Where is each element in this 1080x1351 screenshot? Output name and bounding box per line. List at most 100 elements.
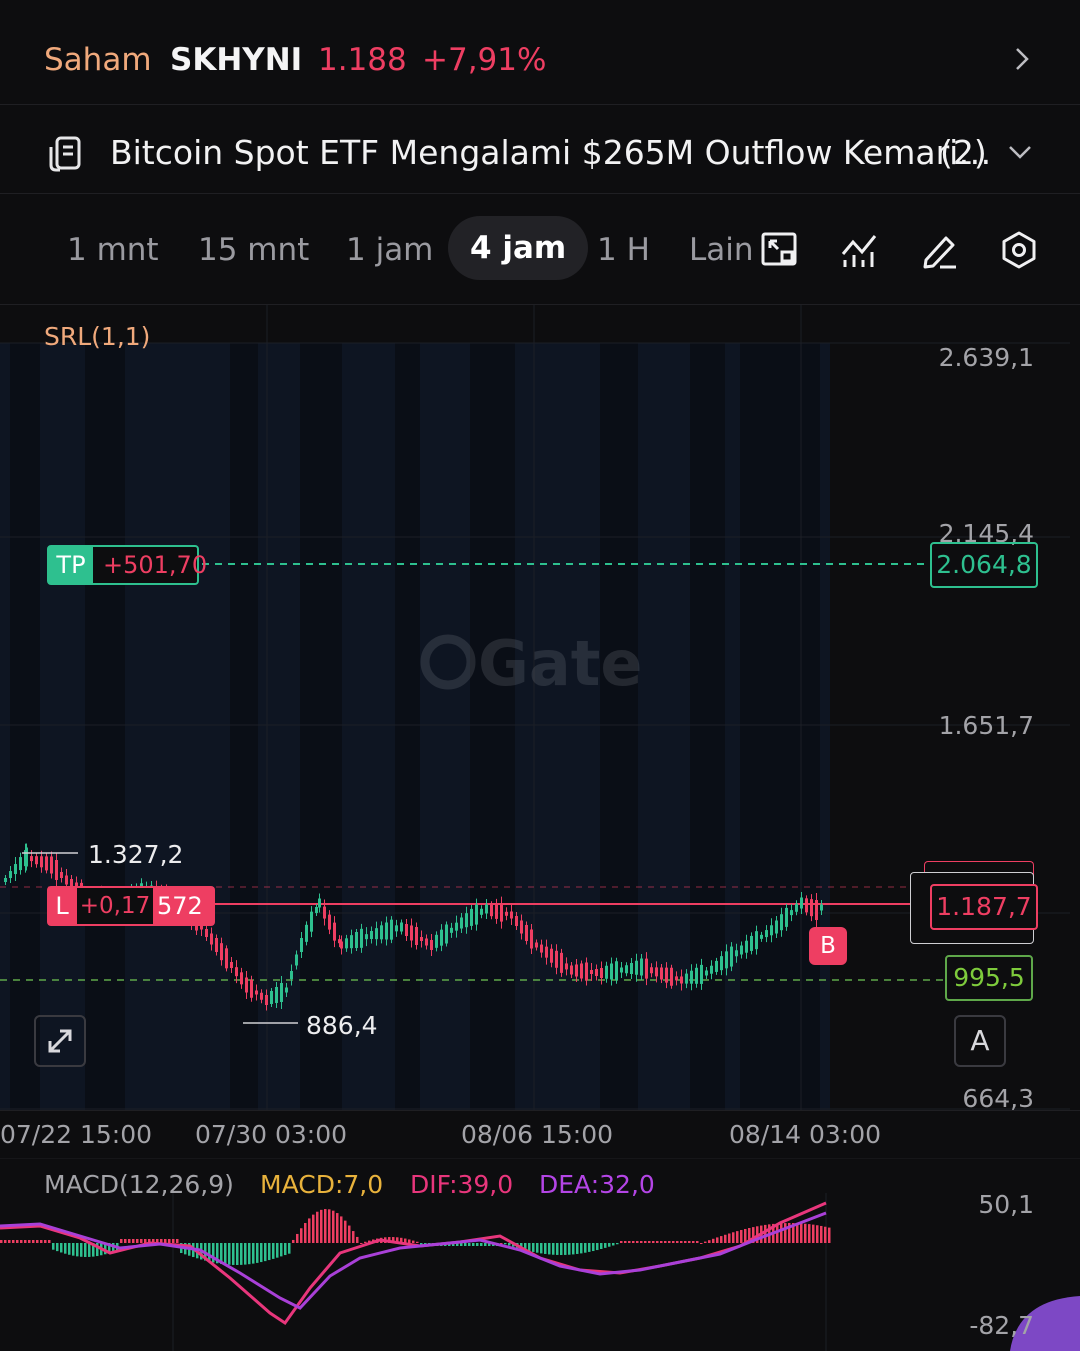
- chevron-down-icon[interactable]: [1006, 139, 1034, 165]
- candle-body: [220, 943, 223, 961]
- candle-body: [215, 938, 218, 952]
- buy-marker[interactable]: B: [809, 927, 847, 965]
- candle-body: [315, 907, 318, 913]
- tab-1-minute[interactable]: 1 mnt: [67, 232, 159, 268]
- macd-histogram-bar: [700, 1243, 703, 1244]
- macd-histogram-bar: [128, 1239, 131, 1243]
- candlestick-canvas[interactable]: Gate: [0, 305, 1080, 1111]
- macd-histogram-bar: [324, 1209, 327, 1243]
- macd-histogram-bar: [12, 1240, 15, 1243]
- macd-panel[interactable]: MACD(12,26,9) MACD:7,0 DIF:39,0 DEA:32,0…: [0, 1158, 1080, 1351]
- macd-value: MACD:7,0: [260, 1170, 384, 1199]
- session-stripe: [300, 343, 342, 1111]
- price-chart[interactable]: Gate SRL(1,1) 2.639,1 2.145,4 1.651,7 66…: [0, 305, 1080, 1113]
- macd-histogram-bar: [88, 1243, 91, 1257]
- macd-histogram-bar: [596, 1243, 599, 1251]
- macd-histogram-bar: [784, 1223, 787, 1243]
- macd-histogram-bar: [348, 1225, 351, 1243]
- candle-body: [680, 976, 683, 984]
- settings-icon[interactable]: [999, 230, 1039, 270]
- y-axis-label: 1.651,7: [938, 711, 1034, 740]
- news-banner[interactable]: Bitcoin Spot ETF Mengalami $265M Outflow…: [0, 105, 1080, 194]
- session-stripe: [230, 343, 258, 1111]
- macd-histogram-bar: [268, 1243, 271, 1261]
- macd-histogram-bar: [564, 1243, 567, 1255]
- macd-histogram-bar: [688, 1241, 691, 1243]
- candle-body: [525, 925, 528, 941]
- candle-body: [580, 963, 583, 979]
- expand-chart-button[interactable]: [34, 1015, 86, 1067]
- macd-histogram-bar: [624, 1241, 627, 1243]
- tab-1-day[interactable]: 1 H: [597, 232, 650, 268]
- candle-body: [585, 962, 588, 981]
- macd-histogram-bar: [576, 1243, 579, 1254]
- candle-body: [645, 958, 648, 979]
- macd-histogram-bar: [656, 1241, 659, 1243]
- candle-body: [310, 911, 313, 932]
- macd-histogram-bar: [724, 1234, 727, 1243]
- macd-histogram-bar: [584, 1243, 587, 1253]
- macd-histogram-bar: [236, 1243, 239, 1265]
- candle-body: [660, 967, 663, 980]
- macd-histogram-bar: [240, 1243, 243, 1265]
- indicator-label[interactable]: SRL(1,1): [44, 322, 150, 351]
- take-profit-tag[interactable]: TP +501,70: [47, 545, 207, 585]
- macd-histogram-bar: [588, 1243, 591, 1252]
- candle-body: [19, 857, 22, 871]
- macd-title[interactable]: MACD(12,26,9): [44, 1170, 234, 1199]
- indicator-icon[interactable]: [840, 230, 880, 270]
- news-headline[interactable]: Bitcoin Spot ETF Mengalami $265M Outflow…: [110, 133, 991, 172]
- macd-histogram-bar: [252, 1243, 255, 1264]
- macd-histogram-bar: [4, 1240, 7, 1243]
- macd-histogram-bar: [468, 1243, 471, 1246]
- macd-histogram-bar: [808, 1224, 811, 1243]
- macd-histogram-bar: [344, 1220, 347, 1243]
- macd-histogram-bar: [312, 1214, 315, 1243]
- candle-body: [805, 898, 808, 913]
- y-axis-label: 2.639,1: [938, 343, 1034, 372]
- candle-body: [318, 898, 321, 908]
- macd-histogram-bar: [72, 1243, 75, 1256]
- candle-body: [595, 969, 598, 976]
- macd-histogram-bar: [24, 1240, 27, 1243]
- tab-more[interactable]: Lain: [689, 232, 751, 268]
- macd-histogram-bar: [560, 1243, 563, 1255]
- stop-loss-price-tag[interactable]: 995,5: [945, 955, 1033, 1001]
- fullscreen-toggle-icon[interactable]: [760, 230, 800, 270]
- tab-4-hour[interactable]: 4 jam: [448, 216, 589, 280]
- session-stripe: [690, 343, 725, 1111]
- candle-body: [620, 967, 623, 973]
- ticker-header[interactable]: Saham SKHYNI 1.188 +7,91%: [0, 0, 1080, 105]
- macd-histogram-bar: [472, 1243, 475, 1246]
- candle-body: [14, 864, 17, 875]
- candle-body: [265, 995, 268, 1005]
- candle-body: [560, 952, 563, 973]
- tp-price-tag[interactable]: 2.064,8: [930, 542, 1038, 588]
- position-price-tag[interactable]: 1.187,7: [930, 884, 1038, 930]
- chevron-right-icon[interactable]: [1008, 44, 1036, 74]
- macd-histogram-bar: [632, 1241, 635, 1243]
- macd-histogram-bar: [820, 1225, 823, 1243]
- macd-histogram-bar: [332, 1210, 335, 1243]
- candle-body: [650, 967, 653, 974]
- tab-15-minute[interactable]: 15 mnt: [198, 232, 309, 268]
- candle-body: [795, 903, 798, 912]
- candle-body: [305, 924, 308, 942]
- macd-histogram-bar: [264, 1243, 267, 1262]
- candle-body: [810, 899, 813, 917]
- position-tag[interactable]: L +0,17 572: [47, 886, 215, 926]
- macd-histogram-bar: [280, 1243, 283, 1257]
- candle-body: [333, 922, 336, 941]
- candle-body: [328, 914, 331, 930]
- macd-histogram-bar: [176, 1239, 179, 1243]
- macd-histogram-bar: [20, 1240, 23, 1243]
- tab-1-hour[interactable]: 1 jam: [346, 232, 433, 268]
- candle-body: [25, 847, 28, 867]
- candle-body: [490, 904, 493, 917]
- auto-scale-button[interactable]: A: [954, 1015, 1006, 1067]
- position-side: L: [55, 892, 69, 920]
- macd-histogram-bar: [484, 1243, 487, 1246]
- macd-histogram-bar: [804, 1223, 807, 1243]
- macd-histogram-bar: [288, 1243, 291, 1254]
- draw-icon[interactable]: [920, 230, 960, 270]
